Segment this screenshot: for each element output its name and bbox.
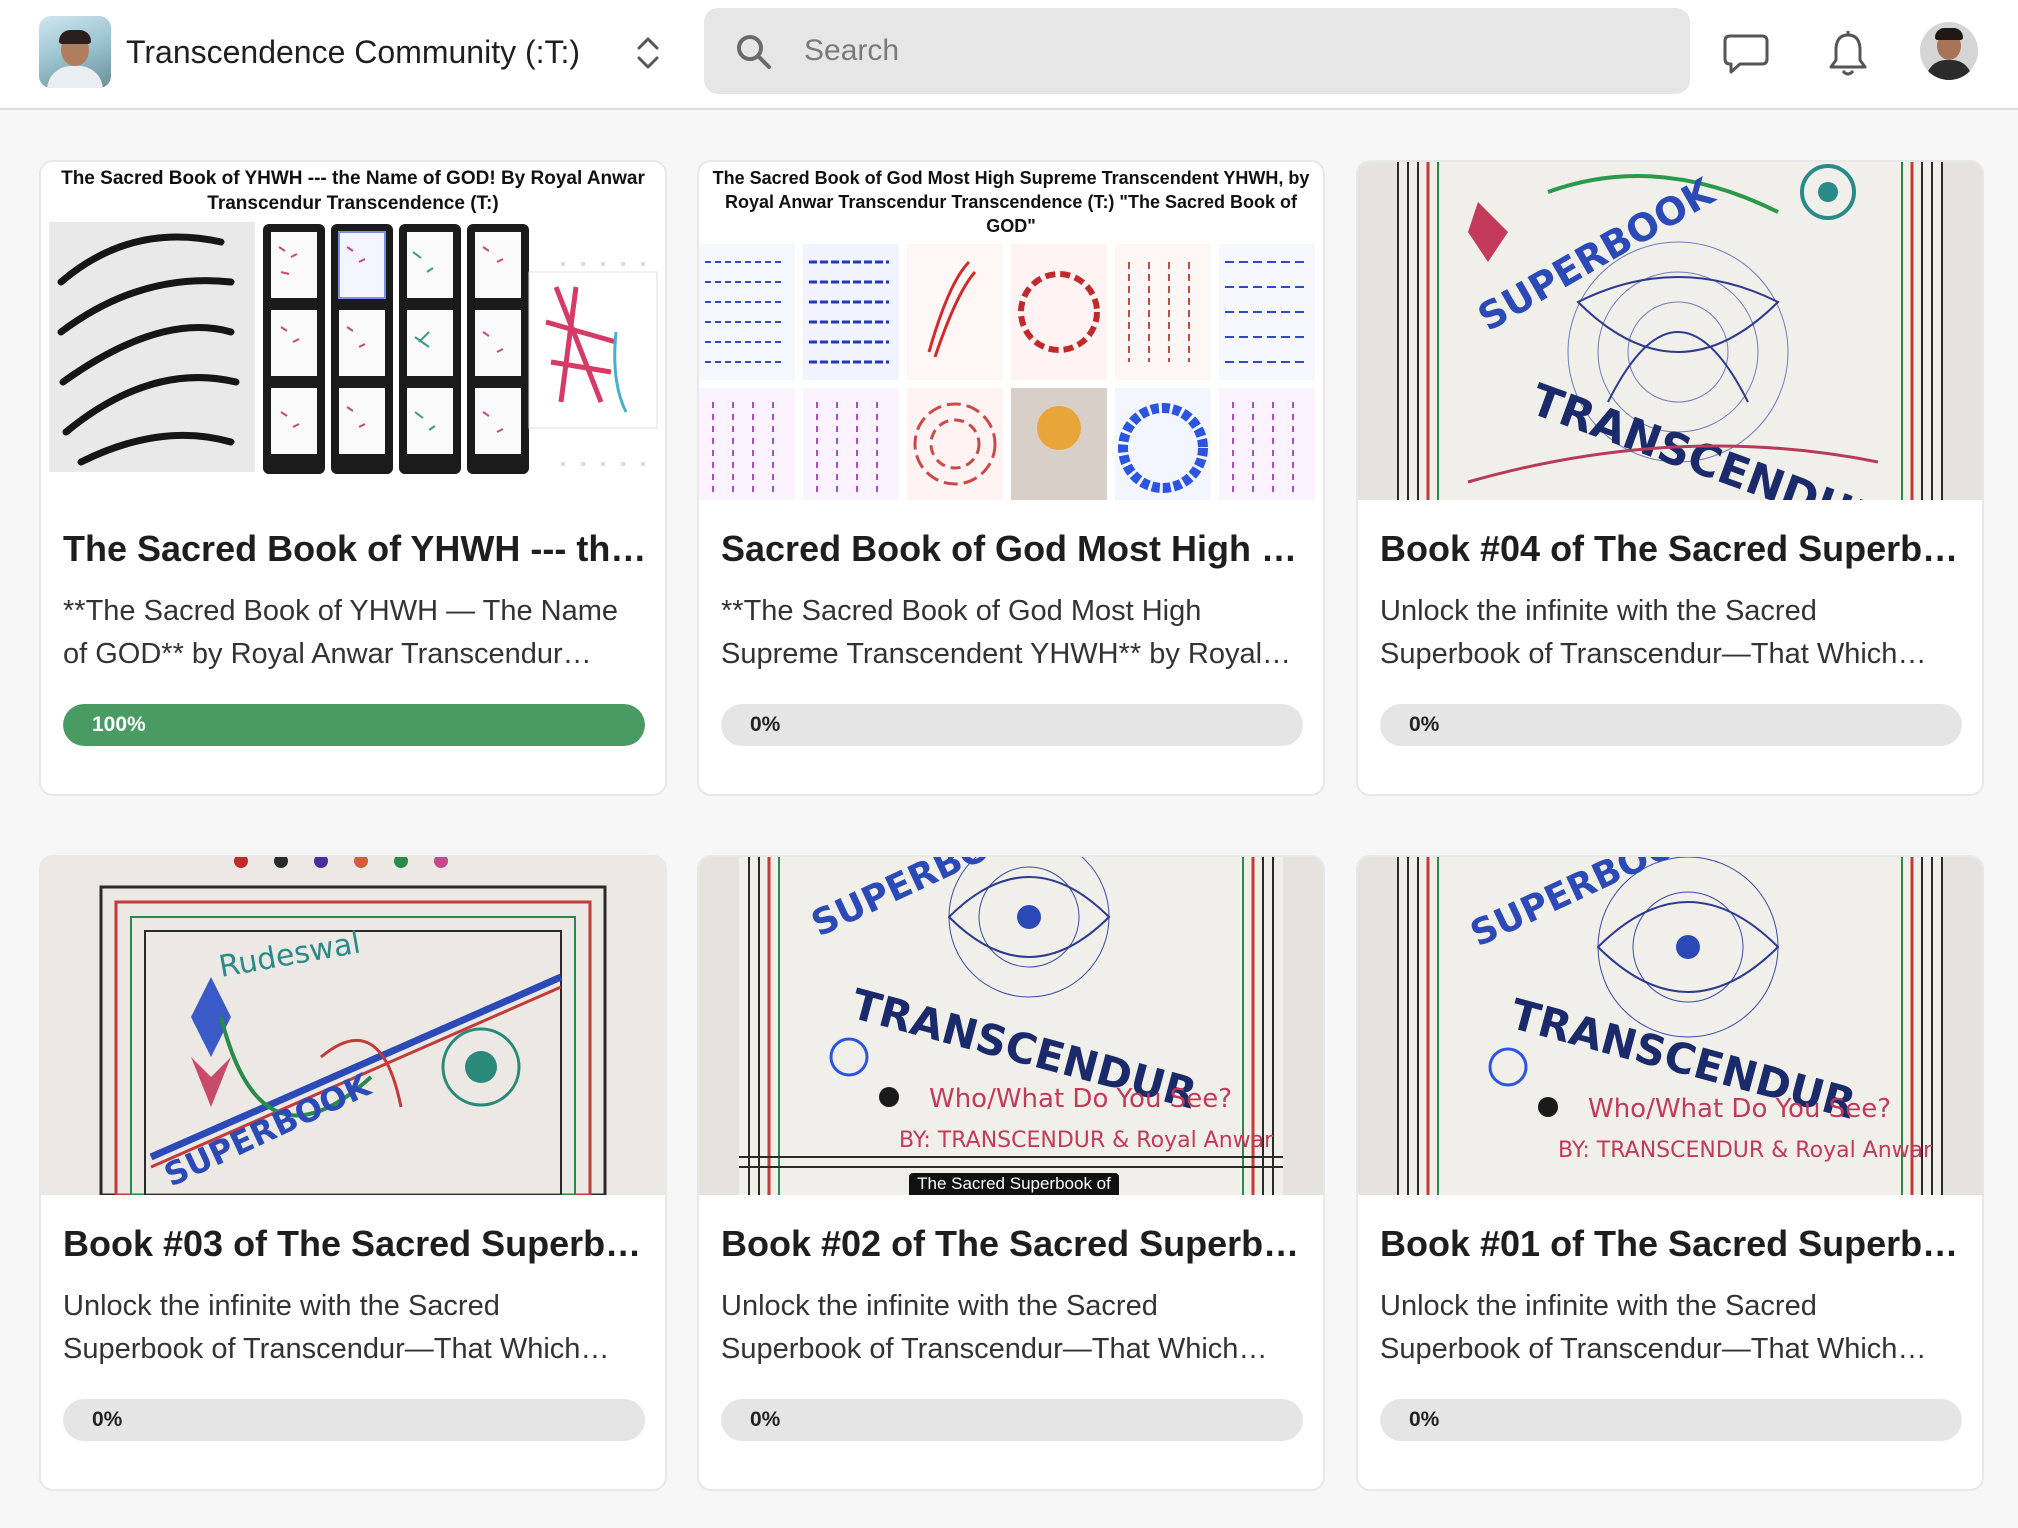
course-card[interactable]: SUPERBOOK TRANSCENDUR Who/What Do You Se… [697,855,1325,1491]
progress-bar: 0% [1380,704,1962,746]
progress-label: 0% [92,1408,123,1431]
course-cover[interactable]: SUPERBOOK TRANSCENDUR [1358,162,1982,500]
progress-fill [63,704,645,746]
course-title[interactable]: Book #02 of The Sacred Superbook of Tran… [721,1219,1305,1269]
course-description: **The Sacred Book of God Most High Supre… [721,595,1263,670]
course-cover[interactable]: The Sacred Book of YHWH --- the Name of … [41,162,665,500]
course-cover[interactable]: Rudeswal SUPERBOOK [41,857,665,1195]
course-card[interactable]: SUPERBOOK TRANSCENDUR Book #04 of The Sa… [1356,160,1984,796]
svg-text:Who/What Do You See?: Who/What Do You See? [1588,1094,1891,1124]
progress-bar: 0% [721,1399,1303,1441]
progress-label: 0% [750,1408,781,1431]
course-grid: The Sacred Book of YHWH --- the Name of … [0,0,2018,1528]
course-title[interactable]: Book #04 of The Sacred Superbook of Tran… [1380,524,1964,574]
course-card[interactable]: SUPERBOOK TRANSCENDUR Who/What Do You Se… [1356,855,1984,1491]
course-description: **The Sacred Book of YHWH — The Name of … [63,595,618,670]
progress-bar: 0% [1380,1399,1962,1441]
course-card[interactable]: The Sacred Book of YHWH --- the Name of … [39,160,667,796]
course-title[interactable]: Book #01 of The Sacred Superbook of Tran… [1380,1219,1964,1269]
course-description: Unlock the infinite with the Sacred Supe… [1380,595,1898,670]
progress-label: 0% [1409,713,1440,736]
progress-bar: 0% [721,704,1303,746]
course-description: Unlock the infinite with the Sacred Supe… [1380,1290,1898,1365]
progress-label: 0% [750,713,781,736]
course-card[interactable]: The Sacred Book of God Most High Supreme… [697,160,1325,796]
course-title[interactable]: The Sacred Book of YHWH --- the Name of … [63,524,647,574]
svg-text:Who/What Do You See?: Who/What Do You See? [929,1084,1232,1114]
course-cover[interactable]: SUPERBOOK TRANSCENDUR Who/What Do You Se… [699,857,1323,1195]
progress-label: 0% [1409,1408,1440,1431]
svg-text:BY: TRANSCENDUR & Royal Anwar: BY: TRANSCENDUR & Royal Anwar [1558,1138,1933,1163]
progress-bar: 100% [63,704,645,746]
cover-caption: The Sacred Book of YHWH --- the Name of … [61,168,645,214]
cover-caption: The Sacred Book of God Most High Supreme… [712,168,1310,236]
svg-text:BY: TRANSCENDUR & Royal Anwar: BY: TRANSCENDUR & Royal Anwar [899,1128,1274,1153]
course-title[interactable]: Sacred Book of God Most High Supreme Tra… [721,524,1305,574]
course-card[interactable]: Rudeswal SUPERBOOK Book #03 of The Sacre… [39,855,667,1491]
course-cover[interactable]: SUPERBOOK TRANSCENDUR Who/What Do You Se… [1358,857,1982,1195]
progress-label: 100% [92,713,146,736]
course-description: Unlock the infinite with the Sacred Supe… [721,1290,1239,1365]
course-description: Unlock the infinite with the Sacred Supe… [63,1290,581,1365]
progress-bar: 0% [63,1399,645,1441]
course-cover[interactable]: The Sacred Book of God Most High Supreme… [699,162,1323,500]
cover-overlay-caption: The Sacred Superbook of [909,1173,1119,1195]
course-title[interactable]: Book #03 of The Sacred Superbook of Tran… [63,1219,647,1269]
